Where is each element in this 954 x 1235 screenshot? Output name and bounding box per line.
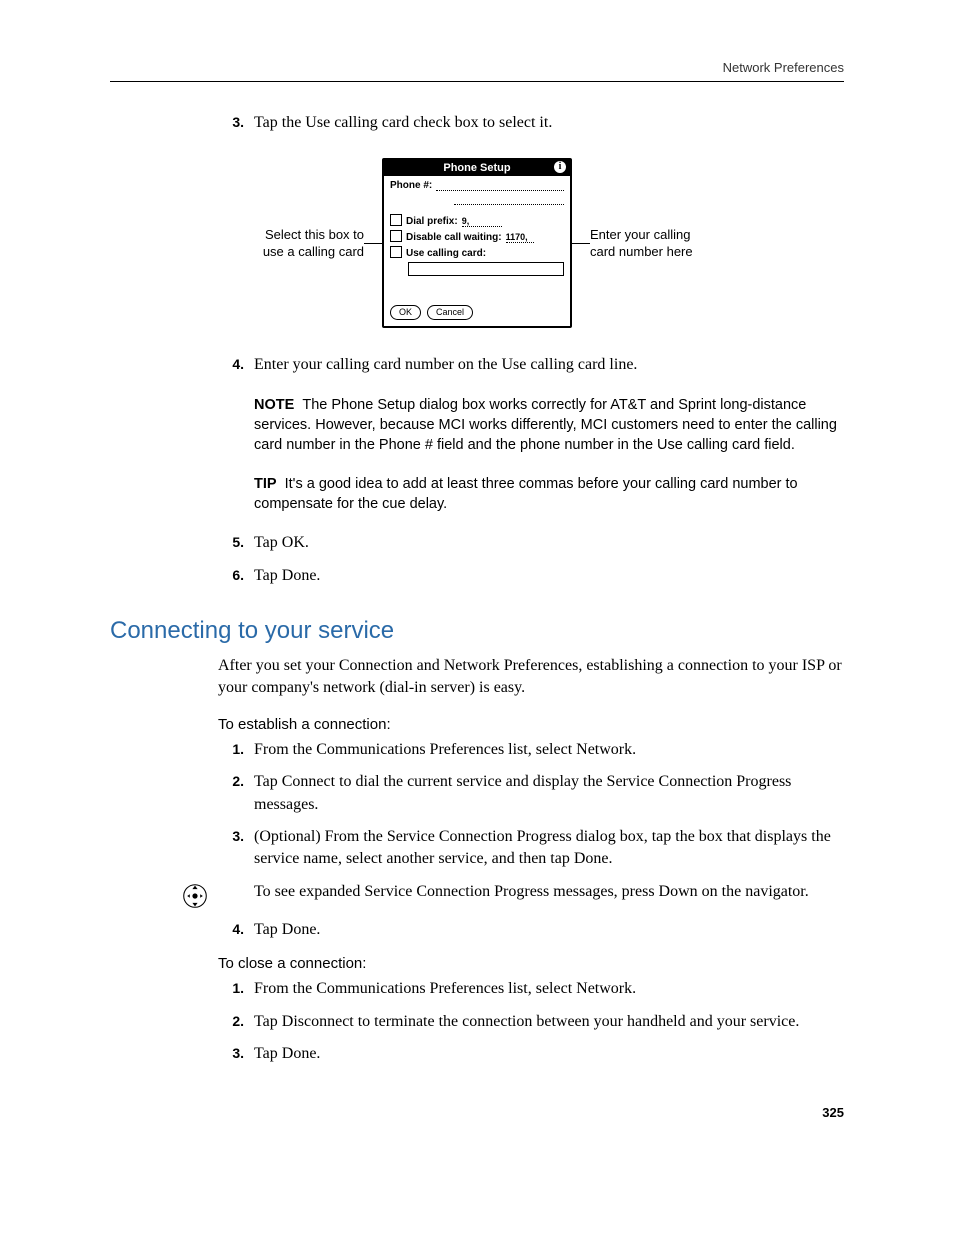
navigator-tip-row: To see expanded Service Connection Progr… — [182, 881, 844, 909]
step-number: 1. — [218, 739, 254, 761]
page-number: 325 — [110, 1105, 844, 1120]
disable-cw-field[interactable]: 1170, — [506, 232, 534, 243]
step-item: 3. Tap the Use calling card check box to… — [218, 112, 844, 134]
navigator-tip-text: To see expanded Service Connection Progr… — [254, 881, 844, 903]
step-list-c: 5. Tap OK. 6. Tap Done. — [218, 532, 844, 587]
step-number: 5. — [218, 532, 254, 554]
step-item: 1. From the Communications Preferences l… — [218, 978, 844, 1000]
cancel-button[interactable]: Cancel — [427, 305, 473, 320]
step-item: 4. Tap Done. — [218, 919, 844, 941]
running-header: Network Preferences — [110, 60, 844, 75]
note-block: NOTE The Phone Setup dialog box works co… — [254, 395, 844, 456]
navigator-icon — [182, 883, 208, 909]
step-number: 3. — [218, 112, 254, 134]
step-text: Tap Done. — [254, 919, 844, 941]
step-item: 6. Tap Done. — [218, 565, 844, 587]
ok-button[interactable]: OK — [390, 305, 421, 320]
note-label: NOTE — [254, 397, 294, 413]
step-text: Tap Disconnect to terminate the connecti… — [254, 1011, 844, 1033]
step-text: Enter your calling card number on the Us… — [254, 354, 844, 376]
use-card-checkbox[interactable] — [390, 246, 402, 258]
step-item: 5. Tap OK. — [218, 532, 844, 554]
phone-number-field[interactable] — [436, 180, 564, 191]
section-intro: After you set your Connection and Networ… — [218, 655, 844, 700]
disable-cw-checkbox[interactable] — [390, 230, 402, 242]
step-item: 3. Tap Done. — [218, 1043, 844, 1065]
step-item: 2. Tap Connect to dial the current servi… — [218, 771, 844, 816]
connector-line — [364, 243, 382, 244]
dial-prefix-field[interactable]: 9, — [462, 216, 502, 227]
step-item: 1. From the Communications Preferences l… — [218, 739, 844, 761]
step-number: 3. — [218, 1043, 254, 1065]
tip-label: TIP — [254, 476, 277, 492]
step-text: From the Communications Preferences list… — [254, 978, 844, 1000]
step-text: Tap Connect to dial the current service … — [254, 771, 844, 816]
figure: Select this box to use a calling card Ph… — [110, 158, 844, 328]
step-item: 3. (Optional) From the Service Connectio… — [218, 826, 844, 871]
tip-text: It's a good idea to add at least three c… — [254, 476, 798, 512]
step-list-a: 3. Tap the Use calling card check box to… — [218, 112, 844, 134]
step-number: 1. — [218, 978, 254, 1000]
step-text: From the Communications Preferences list… — [254, 739, 844, 761]
disable-cw-label: Disable call waiting: — [406, 232, 502, 243]
header-rule — [110, 81, 844, 82]
phone-number-field-2[interactable] — [454, 194, 564, 205]
step-item: 4. Enter your calling card number on the… — [218, 354, 844, 376]
calling-card-field[interactable] — [408, 262, 564, 276]
subsection-heading: To close a connection: — [218, 955, 844, 972]
step-number: 2. — [218, 771, 254, 816]
step-text: (Optional) From the Service Connection P… — [254, 826, 844, 871]
note-text: The Phone Setup dialog box works correct… — [254, 397, 837, 454]
dialog-titlebar: Phone Setup i — [384, 160, 570, 176]
step-list-b: 4. Enter your calling card number on the… — [218, 354, 844, 376]
step-number: 4. — [218, 354, 254, 376]
section-heading: Connecting to your service — [110, 617, 844, 645]
establish-steps-after: 4. Tap Done. — [218, 919, 844, 941]
close-steps: 1. From the Communications Preferences l… — [218, 978, 844, 1065]
info-icon[interactable]: i — [554, 161, 566, 173]
dialog-title: Phone Setup — [443, 162, 510, 174]
subsection-heading: To establish a connection: — [218, 716, 844, 733]
dial-prefix-label: Dial prefix: — [406, 216, 458, 227]
step-text: Tap the Use calling card check box to se… — [254, 112, 844, 134]
step-number: 6. — [218, 565, 254, 587]
step-number: 2. — [218, 1011, 254, 1033]
step-text: Tap OK. — [254, 532, 844, 554]
step-text: Tap Done. — [254, 565, 844, 587]
connector-line — [572, 243, 590, 244]
establish-steps: 1. From the Communications Preferences l… — [218, 739, 844, 871]
phone-setup-dialog: Phone Setup i Phone #: Dial prefix: 9, — [382, 158, 572, 328]
step-number: 3. — [218, 826, 254, 871]
use-card-label: Use calling card: — [406, 248, 486, 259]
step-text: Tap Done. — [254, 1043, 844, 1065]
tip-block: TIP It's a good idea to add at least thr… — [254, 474, 844, 515]
step-item: 2. Tap Disconnect to terminate the conne… — [218, 1011, 844, 1033]
callout-left: Select this box to use a calling card — [254, 226, 364, 261]
phone-number-label: Phone #: — [390, 180, 432, 191]
step-number: 4. — [218, 919, 254, 941]
dial-prefix-checkbox[interactable] — [390, 214, 402, 226]
callout-right: Enter your calling card number here — [590, 226, 700, 261]
